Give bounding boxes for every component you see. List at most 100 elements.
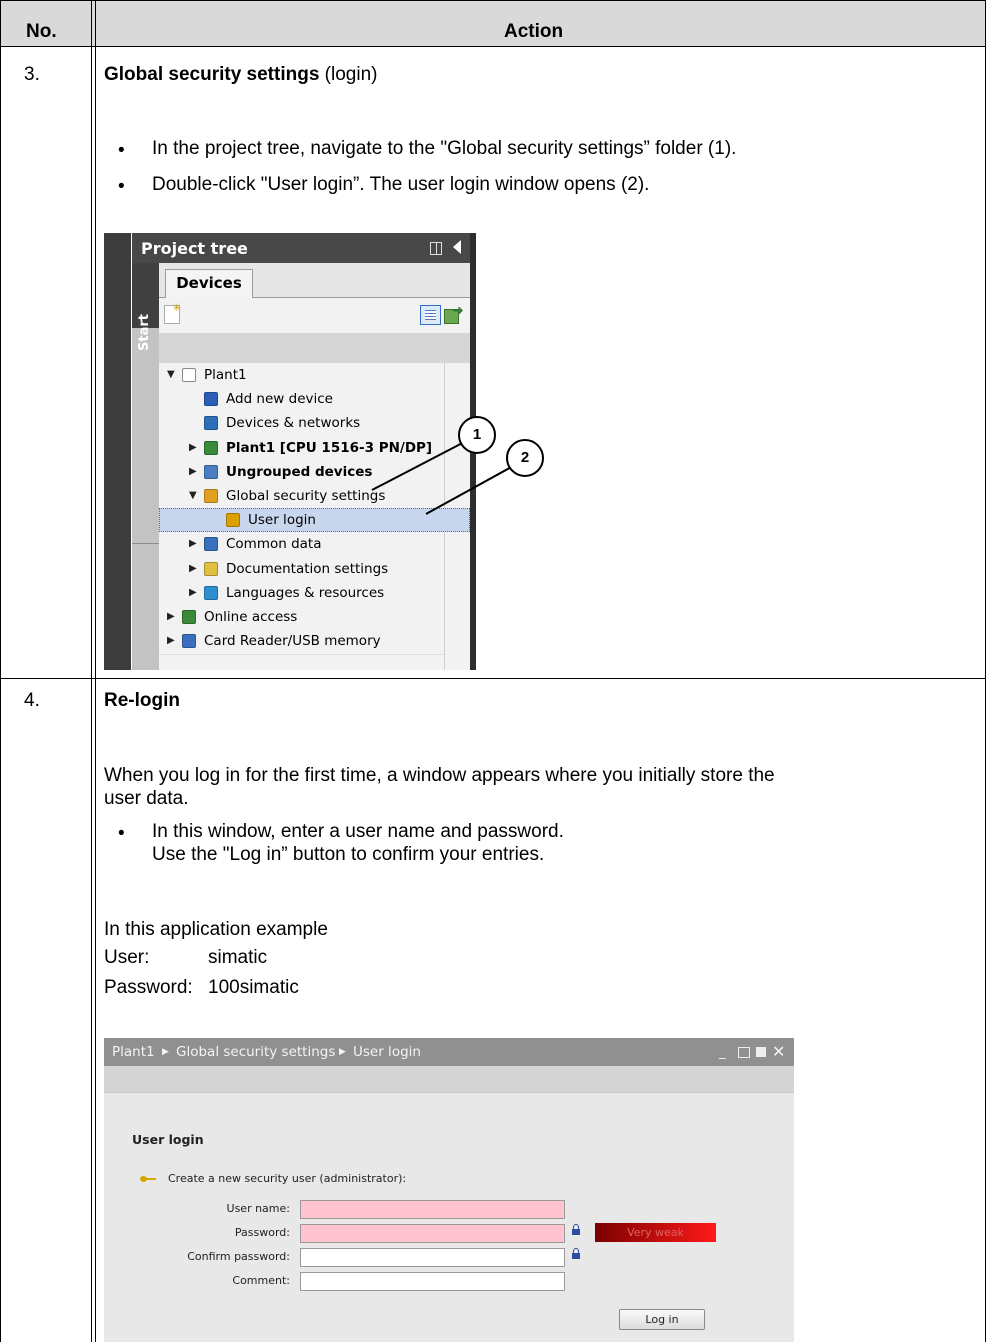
pin-icon[interactable] <box>430 242 442 255</box>
lock-icon <box>572 1224 580 1235</box>
row-number: 3. <box>24 64 40 85</box>
tab-devices[interactable]: Devices <box>165 269 253 298</box>
comment-input[interactable] <box>300 1272 565 1291</box>
breadcrumb-arrow-icon: ▶ <box>162 1047 169 1057</box>
callout-1: 1 <box>458 416 496 454</box>
new-item-icon[interactable]: ✳ <box>164 303 181 324</box>
table-header <box>0 0 986 46</box>
maximize-icon[interactable] <box>756 1047 766 1057</box>
password-input[interactable] <box>300 1224 565 1243</box>
collapse-arrow-icon[interactable]: ▶ <box>189 460 197 484</box>
confirm-password-input[interactable] <box>300 1248 565 1267</box>
instruction-text: In the project tree, navigate to the "Gl… <box>152 138 737 159</box>
security-folder-icon <box>204 489 218 503</box>
minimize-icon[interactable]: _ <box>719 1038 726 1066</box>
step-title-bold: Global security settings <box>104 64 320 85</box>
project-icon <box>182 368 196 382</box>
common-data-icon <box>204 537 218 552</box>
collapse-arrow-icon[interactable]: ▶ <box>189 557 197 581</box>
instruction-text: In this window, enter a user name and pa… <box>152 821 564 842</box>
row-divider <box>0 678 986 679</box>
window-title-bar: Plant1 ▶ Global security settings ▶ User… <box>104 1038 794 1066</box>
tree-item[interactable]: ▶ Card Reader/USB memory <box>159 629 470 653</box>
paragraph-line-1: When you log in for the first time, a wi… <box>104 765 775 786</box>
confirm-password-label: Confirm password: <box>187 1250 290 1263</box>
table-border-left <box>0 0 1 1342</box>
tree-item[interactable]: ▼ Plant1 <box>159 363 470 387</box>
collapse-arrow-icon[interactable]: ▶ <box>189 436 197 460</box>
tree-item-label: Card Reader/USB memory <box>204 633 381 650</box>
breadcrumb-arrow-icon: ▶ <box>339 1047 346 1057</box>
tree-item[interactable]: ▶ Online access <box>159 605 470 629</box>
user-label: User: <box>104 947 150 968</box>
project-tree-title: Project tree <box>141 239 248 258</box>
close-icon[interactable]: ✕ <box>772 1038 785 1066</box>
user-login-screenshot: Plant1 ▶ Global security settings ▶ User… <box>104 1038 794 1342</box>
float-icon[interactable] <box>738 1047 750 1058</box>
column-divider-2 <box>95 0 96 1342</box>
table-border-top <box>0 0 986 1</box>
tree-item-label: Common data <box>226 536 322 553</box>
lock-icon <box>572 1248 580 1259</box>
callout-line-2 <box>425 464 516 515</box>
export-icon[interactable]: ➜ <box>444 303 464 324</box>
devices-folder-icon <box>204 464 218 479</box>
breadcrumb-global-security[interactable]: Global security settings <box>176 1038 335 1066</box>
collapse-arrow-icon[interactable] <box>453 240 461 254</box>
tree-item-label: Online access <box>204 609 298 625</box>
header-action: Action <box>504 21 564 42</box>
bullet-dot: • <box>118 176 125 197</box>
tree-item-label: Documentation settings <box>226 560 389 577</box>
step-title: Re-login <box>104 690 180 711</box>
example-intro: In this application example <box>104 919 328 940</box>
tree-item[interactable]: ▶ Common data <box>159 532 470 556</box>
breadcrumb-plant[interactable]: Plant1 <box>112 1038 155 1066</box>
bullet-dot: • <box>118 140 125 161</box>
header-divider <box>0 46 986 47</box>
paragraph-line-2: user data. <box>104 788 189 809</box>
start-label: Start <box>137 314 152 351</box>
expand-arrow-icon[interactable]: ▼ <box>167 363 175 387</box>
instruction-text: Double-click "User login”. The user logi… <box>152 174 650 195</box>
column-divider-1 <box>91 0 92 1342</box>
password-strength-bar: Very weak <box>595 1223 716 1242</box>
tree-item-label: User login <box>248 512 316 529</box>
step-title-suffix: (login) <box>319 64 378 85</box>
login-button[interactable]: Log in <box>619 1309 705 1330</box>
overview-icon[interactable] <box>420 305 441 325</box>
expand-arrow-icon[interactable]: ▼ <box>189 484 197 508</box>
tree-item[interactable]: ▶ Languages & resources <box>159 581 470 605</box>
tree-item-label: Ungrouped devices <box>226 463 373 480</box>
left-dark-strip <box>104 233 131 670</box>
collapse-arrow-icon[interactable]: ▶ <box>167 629 175 653</box>
tree-item-label: Add new device <box>226 391 333 408</box>
key-icon <box>140 1175 156 1184</box>
collapse-arrow-icon[interactable]: ▶ <box>167 605 175 629</box>
project-tree-header: Project tree <box>132 233 476 263</box>
collapse-arrow-icon[interactable]: ▶ <box>189 581 197 605</box>
tree-item[interactable]: ▶ Documentation settings <box>159 557 470 581</box>
row-number: 4. <box>24 690 40 711</box>
create-user-text: Create a new security user (administrato… <box>168 1172 407 1185</box>
collapse-arrow-icon[interactable]: ▶ <box>189 532 197 556</box>
comment-label: Comment: <box>232 1274 290 1287</box>
password-label: Password: <box>104 977 193 998</box>
online-access-icon <box>182 610 196 624</box>
tree-item-label: Devices & networks <box>226 415 361 432</box>
breadcrumb-user-login[interactable]: User login <box>353 1038 421 1066</box>
languages-icon <box>204 585 218 600</box>
cpu-icon <box>204 440 218 455</box>
login-heading: User login <box>132 1132 204 1147</box>
tree-item-label: Plant1 <box>204 367 247 383</box>
password-label: Password: <box>234 1226 290 1239</box>
window-toolbar <box>104 1066 794 1093</box>
tree-item[interactable]: Add new device <box>159 387 470 411</box>
callout-line-1 <box>371 437 473 491</box>
start-bar[interactable]: Start <box>132 233 159 670</box>
username-input[interactable] <box>300 1200 565 1219</box>
add-device-icon <box>204 392 218 407</box>
card-reader-icon <box>182 634 196 649</box>
toolbar-separator <box>159 333 470 363</box>
user-key-icon <box>226 513 240 528</box>
tree-item-label: Languages & resources <box>226 584 385 601</box>
